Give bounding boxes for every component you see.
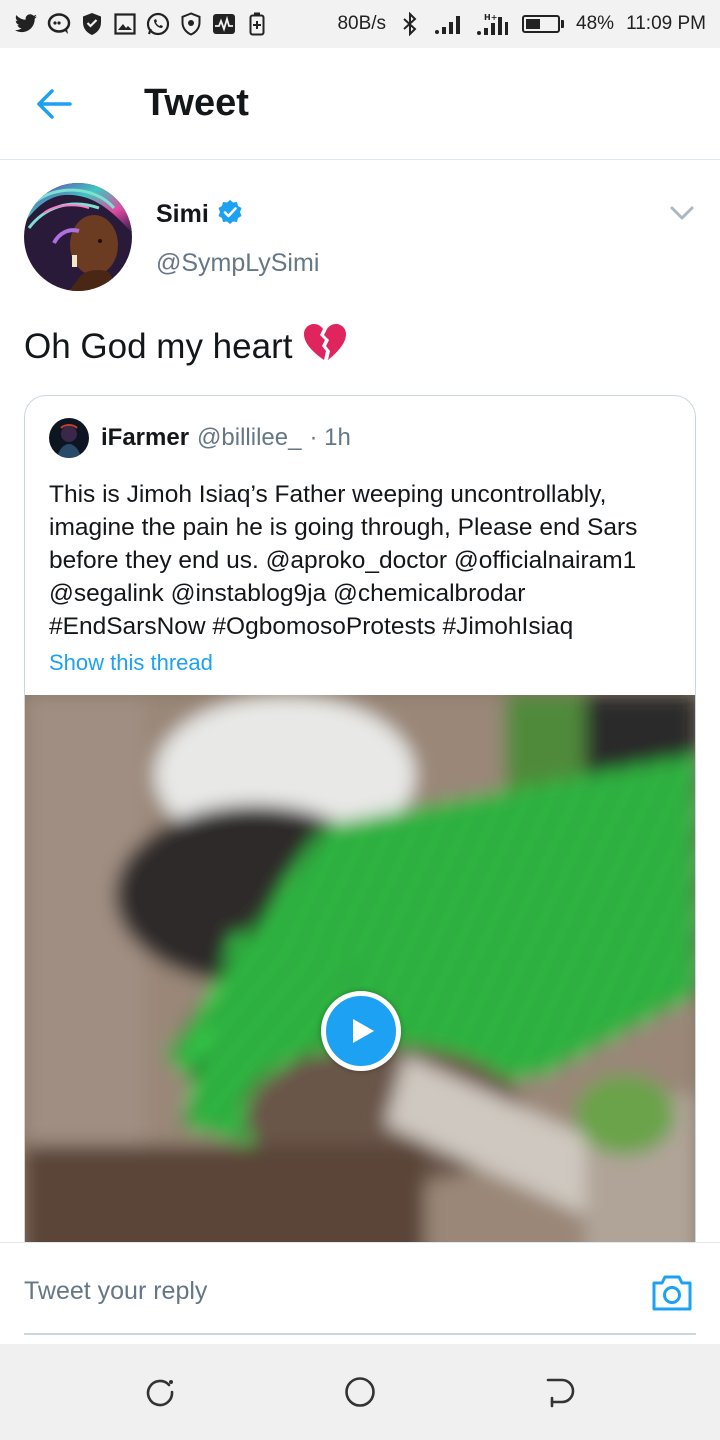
battery-icon xyxy=(522,15,565,33)
quoted-author-name[interactable]: iFarmer xyxy=(101,424,189,452)
recent-apps-button[interactable] xyxy=(142,1374,178,1410)
arrow-left-icon xyxy=(37,89,72,119)
tweet-options-button[interactable] xyxy=(668,201,696,225)
play-button[interactable] xyxy=(321,991,401,1071)
shield-icon xyxy=(80,12,104,36)
tweet-body: Oh God my heart xyxy=(24,326,293,366)
battery-level xyxy=(526,19,541,29)
home-icon xyxy=(345,1377,375,1407)
author-name-row: Simi xyxy=(156,199,243,230)
quoted-tweet-text: This is Jimoh Isiaq’s Father weeping unc… xyxy=(49,481,638,640)
bluetooth-icon xyxy=(398,12,422,36)
recent-apps-icon xyxy=(146,1379,174,1407)
tweet-author: Simi @SympLySimi xyxy=(24,183,696,293)
chevron-down-icon xyxy=(670,206,694,220)
battery-percent: 48% xyxy=(576,13,615,34)
page-title: Tweet xyxy=(144,82,249,124)
system-status: 80B/s H+ 48% 11:09 PM xyxy=(337,12,706,36)
verified-badge-icon xyxy=(217,199,243,230)
reply-bar xyxy=(0,1242,720,1344)
whatsapp-icon xyxy=(146,12,170,36)
back-nav-icon xyxy=(546,1378,575,1408)
quoted-tweet[interactable]: iFarmer @billilee_ · 1h This is Jimoh Is… xyxy=(24,395,696,1265)
status-bar: 80B/s H+ 48% 11:09 PM xyxy=(0,0,720,48)
clock: 11:09 PM xyxy=(626,13,706,34)
svg-text:H+: H+ xyxy=(484,13,497,22)
pulse-icon xyxy=(212,12,236,36)
signal-icon xyxy=(434,12,464,36)
show-thread-link[interactable]: Show this thread xyxy=(49,650,213,676)
signal-h-plus-icon: H+ xyxy=(476,12,510,36)
back-button[interactable] xyxy=(34,84,74,124)
image-icon xyxy=(113,12,137,36)
quoted-tweet-time: · 1h xyxy=(309,424,351,451)
network-speed: 80B/s xyxy=(337,13,387,34)
chat-bubble-icon xyxy=(47,12,71,36)
author-handle[interactable]: @SympLySimi xyxy=(156,249,319,278)
broken-heart-icon xyxy=(302,322,347,371)
shield-outline-icon xyxy=(179,12,203,36)
twitter-icon xyxy=(14,12,38,36)
system-nav-bar xyxy=(0,1344,720,1440)
quoted-avatar[interactable] xyxy=(49,418,89,458)
tweet-text: Oh God my heart xyxy=(24,322,347,371)
reply-underline xyxy=(24,1333,696,1335)
video-thumbnail[interactable] xyxy=(25,695,695,1264)
app-header: Tweet xyxy=(0,48,720,160)
reply-input[interactable] xyxy=(24,1267,624,1315)
author-name[interactable]: Simi xyxy=(156,200,209,229)
quoted-author-handle[interactable]: @billilee_ xyxy=(197,424,301,452)
camera-button[interactable] xyxy=(650,1273,694,1313)
notification-icons xyxy=(14,12,269,36)
home-button[interactable] xyxy=(342,1374,378,1410)
avatar[interactable] xyxy=(24,183,132,291)
battery-saver-icon xyxy=(245,12,269,36)
camera-icon xyxy=(652,1275,692,1311)
back-nav-button[interactable] xyxy=(542,1374,578,1410)
play-icon xyxy=(353,1019,374,1043)
quoted-tweet-header: iFarmer @billilee_ · 1h xyxy=(49,418,351,458)
